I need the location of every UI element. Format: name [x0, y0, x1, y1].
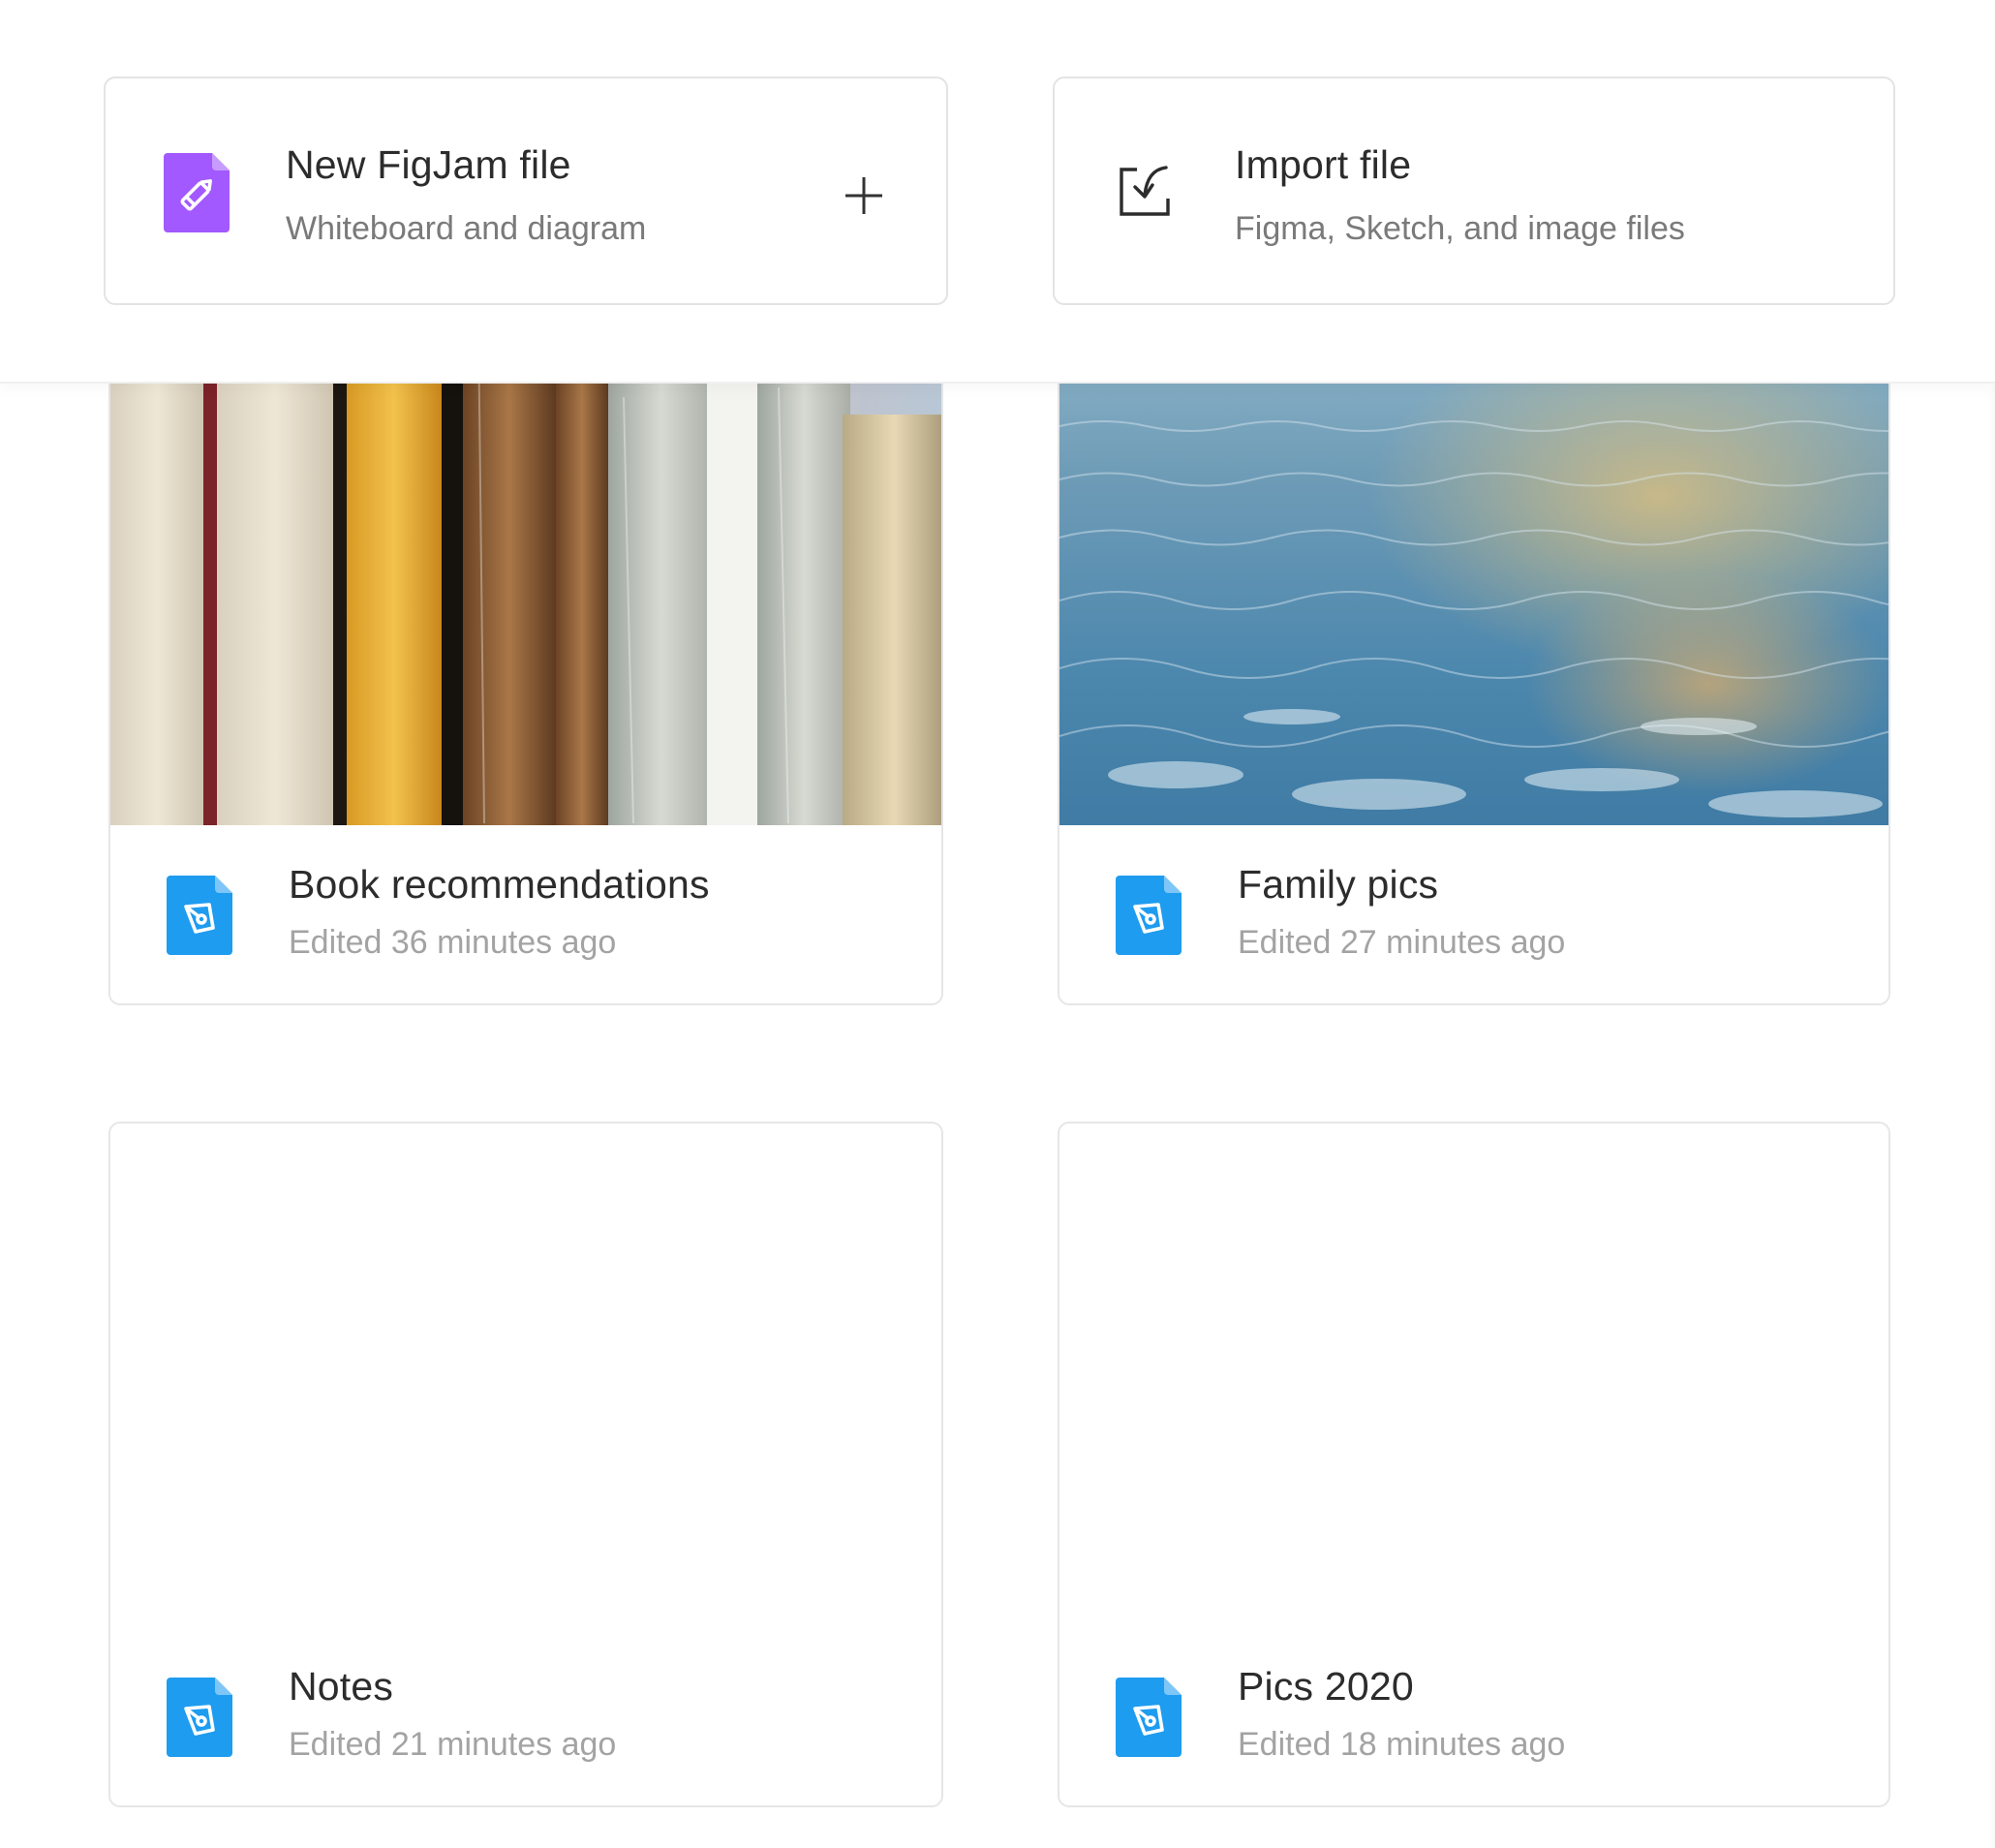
import-file-subtitle: Figma, Sketch, and image files	[1235, 210, 1685, 247]
figma-file-icon	[167, 876, 232, 960]
file-edited-time: Edited 18 minutes ago	[1238, 1726, 1566, 1763]
action-bar: New FigJam file Whiteboard and diagram I…	[0, 0, 1995, 384]
file-meta: Family pics Edited 27 minutes ago	[1059, 823, 1888, 1003]
file-name: Pics 2020	[1238, 1664, 1414, 1709]
new-figjam-file-button[interactable]: New FigJam file Whiteboard and diagram	[104, 77, 948, 305]
ocean-thumbnail	[1059, 320, 1888, 825]
figjam-file-icon	[164, 153, 230, 237]
file-name: Book recommendations	[289, 862, 710, 907]
file-card[interactable]: Notes Edited 21 minutes ago	[108, 1122, 943, 1807]
file-meta: Notes Edited 21 minutes ago	[110, 1625, 941, 1805]
file-edited-time: Edited 36 minutes ago	[289, 924, 617, 961]
file-meta: Pics 2020 Edited 18 minutes ago	[1059, 1625, 1888, 1805]
file-name: Notes	[289, 1664, 394, 1709]
books-thumbnail	[110, 320, 941, 825]
figma-file-icon	[167, 1678, 232, 1762]
import-icon	[1116, 162, 1174, 225]
figma-file-icon	[1116, 876, 1182, 960]
file-card[interactable]: Pics 2020 Edited 18 minutes ago	[1058, 1122, 1890, 1807]
plus-icon[interactable]	[842, 173, 886, 218]
import-file-title: Import file	[1235, 142, 1412, 187]
new-file-subtitle: Whiteboard and diagram	[286, 210, 647, 247]
file-card[interactable]: Family pics Edited 27 minutes ago	[1058, 320, 1890, 1005]
figma-file-icon	[1116, 1678, 1182, 1762]
file-edited-time: Edited 21 minutes ago	[289, 1726, 617, 1763]
file-browser: New FigJam file Whiteboard and diagram I…	[0, 0, 1995, 1848]
import-file-button[interactable]: Import file Figma, Sketch, and image fil…	[1053, 77, 1895, 305]
file-meta: Book recommendations Edited 36 minutes a…	[110, 823, 941, 1003]
new-file-title: New FigJam file	[286, 142, 571, 187]
file-edited-time: Edited 27 minutes ago	[1238, 924, 1566, 961]
file-card[interactable]: Book recommendations Edited 36 minutes a…	[108, 320, 943, 1005]
file-name: Family pics	[1238, 862, 1439, 907]
